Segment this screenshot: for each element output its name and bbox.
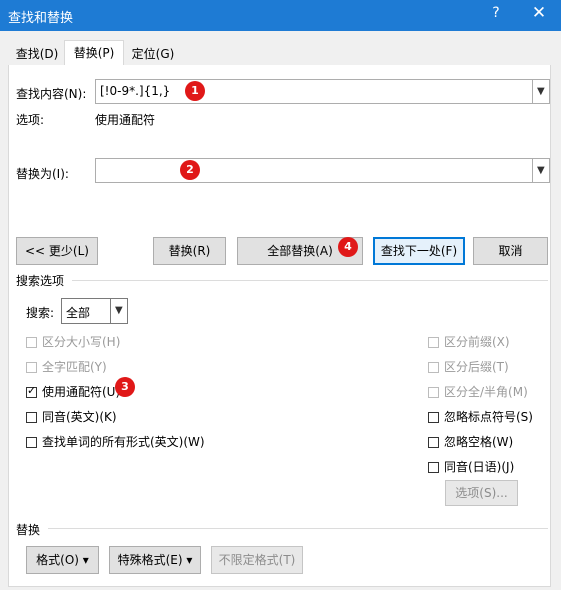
checkbox-box xyxy=(428,437,439,448)
checkbox-box xyxy=(26,362,37,373)
search-direction-select[interactable]: 全部 ▼ xyxy=(61,298,128,324)
search-options-title: 搜索选项 xyxy=(16,274,65,288)
ignore-punctuation-label: 忽略标点符号(S) xyxy=(444,410,533,424)
checkbox-box xyxy=(26,437,37,448)
find-next-button[interactable]: 查找下一处(F) xyxy=(373,237,465,265)
close-icon[interactable]: ✕ xyxy=(530,3,548,23)
match-width-label: 区分全/半角(M) xyxy=(444,385,528,399)
tab-panel xyxy=(8,65,551,587)
match-width-checkbox[interactable]: 区分全/半角(M) xyxy=(428,383,528,400)
sounds-like-english-label: 同音(英文)(K) xyxy=(42,410,117,424)
checkbox-box xyxy=(428,362,439,373)
chevron-down-icon: ▼ xyxy=(537,164,545,176)
search-direction-value: 全部 xyxy=(66,306,91,320)
chevron-down-icon: ▼ xyxy=(115,305,123,316)
use-wildcards-checkbox[interactable]: ✓ 使用通配符(U) xyxy=(26,383,120,400)
options-label: 选项: xyxy=(16,113,45,127)
match-prefix-checkbox[interactable]: 区分前缀(X) xyxy=(428,333,510,350)
ignore-whitespace-checkbox[interactable]: 忽略空格(W) xyxy=(428,433,513,450)
match-prefix-label: 区分前缀(X) xyxy=(444,335,510,349)
checkbox-box xyxy=(26,412,37,423)
annotation-badge-3: 3 xyxy=(115,377,135,397)
search-direction-dropdown-button[interactable]: ▼ xyxy=(110,299,127,323)
find-input[interactable]: [!0-9*.]{1,} ▼ xyxy=(95,79,550,104)
tab-replace-label: 替换(P) xyxy=(73,46,115,60)
tab-find[interactable]: 查找(D) xyxy=(8,43,66,66)
match-suffix-label: 区分后缀(T) xyxy=(444,360,509,374)
sounds-like-english-checkbox[interactable]: 同音(英文)(K) xyxy=(26,408,117,425)
options-button[interactable]: 选项(S)... xyxy=(445,480,518,506)
special-format-button[interactable]: 特殊格式(E) ▾ xyxy=(109,546,201,574)
find-label: 查找内容(N): xyxy=(16,87,87,101)
replace-section-title: 替换 xyxy=(16,523,41,537)
annotation-badge-4: 4 xyxy=(338,237,358,257)
checkbox-box xyxy=(428,337,439,348)
tab-goto[interactable]: 定位(G) xyxy=(124,43,182,66)
no-formatting-button[interactable]: 不限定格式(T) xyxy=(211,546,303,574)
use-wildcards-label: 使用通配符(U) xyxy=(42,385,121,399)
checkbox-box xyxy=(428,462,439,473)
all-word-forms-label: 查找单词的所有形式(英文)(W) xyxy=(42,435,205,449)
tab-goto-label: 定位(G) xyxy=(131,47,175,61)
less-button[interactable]: << 更少(L) xyxy=(16,237,98,265)
checkbox-box xyxy=(428,412,439,423)
format-button[interactable]: 格式(O) ▾ xyxy=(26,546,99,574)
ignore-whitespace-label: 忽略空格(W) xyxy=(444,435,514,449)
annotation-badge-2: 2 xyxy=(180,160,200,180)
cancel-button[interactable]: 取消 xyxy=(473,237,548,265)
checkmark-icon: ✓ xyxy=(27,384,37,397)
title-bar: 查找和替换 ? ✕ xyxy=(0,0,561,31)
checkbox-box: ✓ xyxy=(26,384,37,398)
find-dropdown-button[interactable]: ▼ xyxy=(532,80,549,103)
replace-input[interactable]: ▼ xyxy=(95,158,550,183)
checkbox-box xyxy=(428,387,439,398)
sounds-like-japanese-checkbox[interactable]: 同音(日语)(J) xyxy=(428,458,514,475)
help-icon[interactable]: ? xyxy=(488,5,504,21)
match-case-label: 区分大小写(H) xyxy=(42,335,121,349)
replace-label: 替换为(I): xyxy=(16,167,69,181)
tab-replace[interactable]: 替换(P) xyxy=(64,40,124,66)
options-value: 使用通配符 xyxy=(95,113,156,127)
match-case-checkbox[interactable]: 区分大小写(H) xyxy=(26,333,120,350)
find-input-value: [!0-9*.]{1,} xyxy=(100,84,171,98)
whole-word-label: 全字匹配(Y) xyxy=(42,360,107,374)
tab-find-label: 查找(D) xyxy=(15,47,59,61)
ignore-punctuation-checkbox[interactable]: 忽略标点符号(S) xyxy=(428,408,533,425)
replace-button[interactable]: 替换(R) xyxy=(153,237,226,265)
search-label: 搜索: xyxy=(26,306,55,320)
all-word-forms-checkbox[interactable]: 查找单词的所有形式(英文)(W) xyxy=(26,433,205,450)
replace-section-divider xyxy=(48,528,548,529)
match-suffix-checkbox[interactable]: 区分后缀(T) xyxy=(428,358,509,375)
sounds-like-japanese-label: 同音(日语)(J) xyxy=(444,460,515,474)
whole-word-checkbox[interactable]: 全字匹配(Y) xyxy=(26,358,107,375)
annotation-badge-1: 1 xyxy=(185,81,205,101)
chevron-down-icon: ▼ xyxy=(537,85,545,97)
window-title: 查找和替换 xyxy=(8,11,74,26)
search-options-divider xyxy=(72,280,548,281)
checkbox-box xyxy=(26,337,37,348)
replace-dropdown-button[interactable]: ▼ xyxy=(532,159,549,182)
